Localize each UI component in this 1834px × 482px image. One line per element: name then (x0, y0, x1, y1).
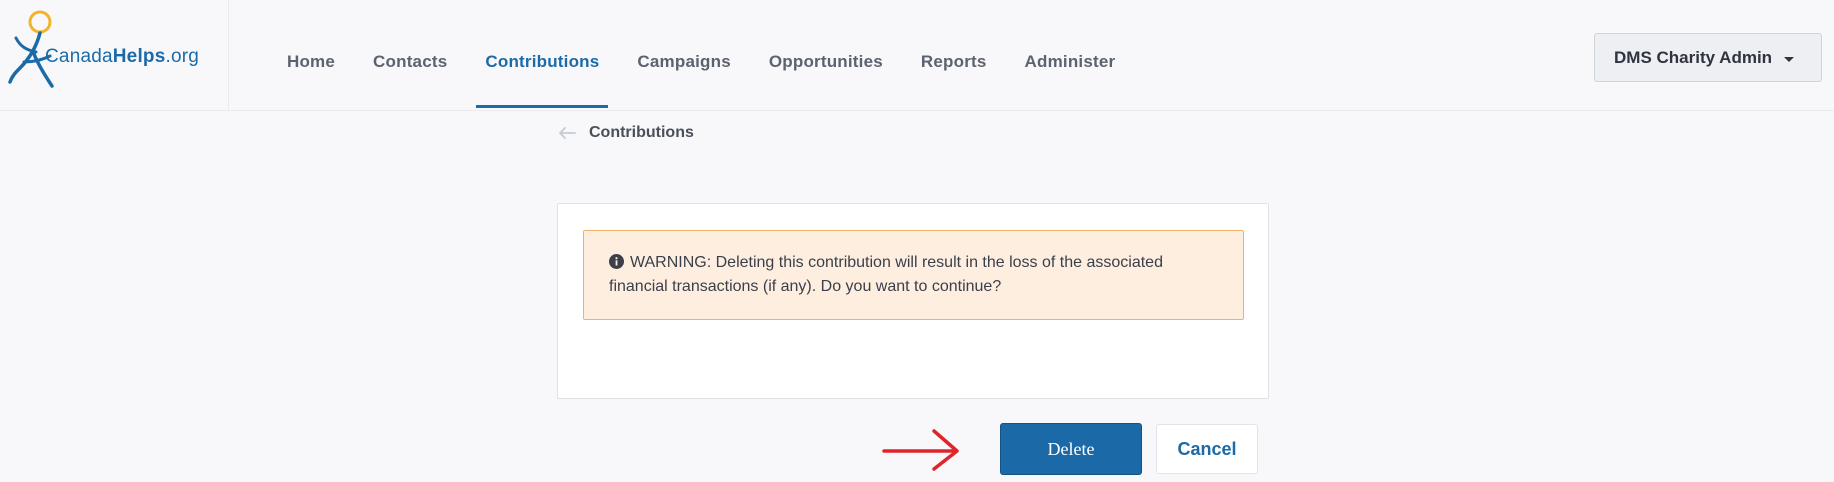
user-menu-button[interactable]: DMS Charity Admin (1594, 33, 1822, 82)
logo[interactable]: CanadaHelps.org (0, 0, 229, 110)
main-nav: Home Contacts Contributions Campaigns Op… (268, 0, 1134, 110)
breadcrumb-label[interactable]: Contributions (589, 124, 694, 142)
nav-item-reports[interactable]: Reports (902, 0, 1006, 110)
nav-item-opportunities[interactable]: Opportunities (750, 0, 902, 110)
cancel-button[interactable]: Cancel (1156, 424, 1258, 474)
logo-text-helps: Helps (112, 46, 166, 67)
logo-text-org: .org (165, 46, 200, 67)
breadcrumb: Contributions (557, 124, 694, 142)
user-menu-label: DMS Charity Admin (1614, 47, 1773, 67)
caret-down-icon (1784, 57, 1794, 62)
nav-item-administer[interactable]: Administer (1006, 0, 1135, 110)
delete-button[interactable]: Delete (1000, 423, 1142, 475)
red-arrow-icon (882, 429, 959, 471)
warning-text: WARNING: Deleting this contribution will… (609, 254, 1163, 295)
arrow-left-icon[interactable] (557, 126, 577, 140)
delete-confirmation-card: WARNING: Deleting this contribution will… (557, 203, 1269, 399)
warning-alert: WARNING: Deleting this contribution will… (583, 230, 1244, 320)
logo-text-canada: Canada (45, 46, 113, 67)
nav-item-campaigns[interactable]: Campaigns (618, 0, 749, 110)
top-navigation-bar: CanadaHelps.org Home Contacts Contributi… (0, 0, 1834, 111)
info-circle-icon (609, 254, 624, 269)
logo-text: CanadaHelps.org (45, 46, 199, 68)
nav-item-contacts[interactable]: Contacts (354, 0, 466, 110)
nav-item-home[interactable]: Home (268, 0, 354, 110)
nav-item-contributions[interactable]: Contributions (466, 0, 618, 110)
